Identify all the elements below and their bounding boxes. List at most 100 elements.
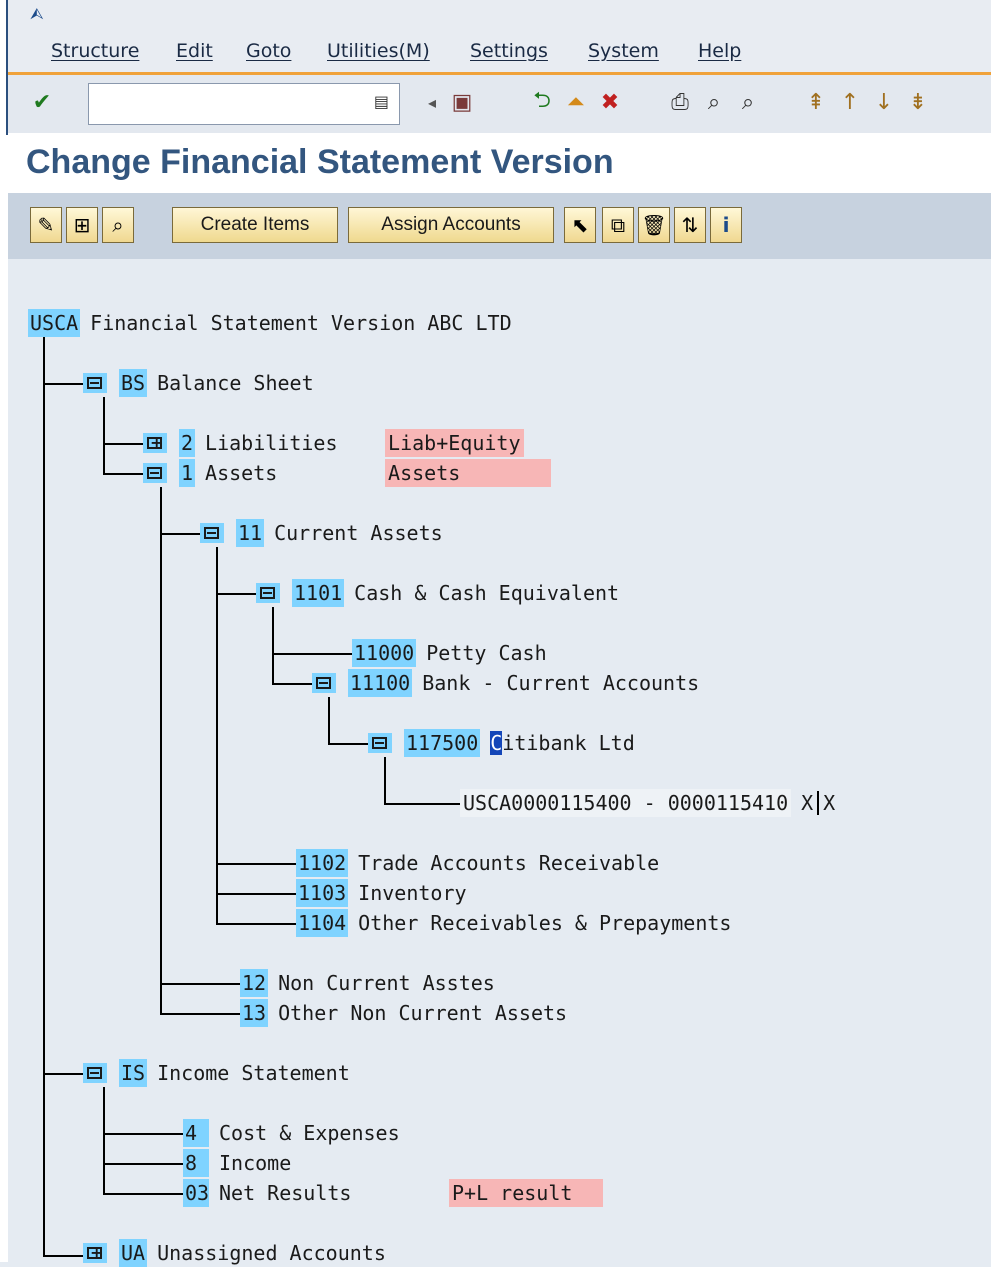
- folder-closed-icon[interactable]: [83, 1243, 107, 1263]
- node-text-rest: itibank Ltd: [502, 731, 635, 755]
- enter-check-icon[interactable]: ✔: [28, 85, 56, 119]
- node-key: 12: [240, 969, 269, 997]
- menu-edit[interactable]: Edit: [176, 40, 213, 62]
- command-input[interactable]: [89, 84, 377, 124]
- tree-node-root[interactable]: USCA Financial Statement Version ABC LTD: [28, 309, 512, 337]
- tree-node-account-range[interactable]: USCA0000115400 - 0000115410 X X: [460, 789, 835, 817]
- node-key: 117500: [404, 729, 481, 757]
- node-key: 1103: [296, 879, 349, 907]
- node-key: IS: [119, 1059, 148, 1087]
- tree-connector: [103, 397, 105, 475]
- first-page-icon[interactable]: ⇞: [802, 85, 830, 119]
- print-icon[interactable]: ⎙: [666, 85, 694, 119]
- node-text: Unassigned Accounts: [157, 1241, 386, 1265]
- node-text: Trade Accounts Receivable: [358, 851, 660, 875]
- create-items-button[interactable]: Create Items: [172, 207, 338, 243]
- tree-node-petty-cash[interactable]: 11000 Petty Cash: [352, 639, 547, 667]
- tree-node-current-assets[interactable]: 11 Current Assets: [200, 519, 443, 547]
- info-icon[interactable]: i: [710, 207, 742, 243]
- tree-connector: [272, 683, 312, 685]
- node-tag: Liab+Equity: [385, 429, 524, 457]
- previous-page-icon[interactable]: ↑: [836, 85, 864, 119]
- save-icon[interactable]: ▣: [448, 85, 476, 119]
- tree-node-cash[interactable]: 1101 Cash & Cash Equivalent: [256, 579, 619, 607]
- tree-connector: [216, 893, 296, 895]
- folder-open-icon[interactable]: [200, 523, 224, 543]
- folder-open-icon[interactable]: [143, 463, 167, 483]
- search-icon[interactable]: ⌕: [102, 207, 134, 243]
- find-next-icon[interactable]: ⌕: [734, 85, 762, 119]
- tree-connector: [328, 743, 368, 745]
- last-page-icon[interactable]: ⇟: [904, 85, 932, 119]
- tree-node-net-results[interactable]: 03 Net Results P+L result: [183, 1179, 603, 1207]
- folder-open-icon[interactable]: [256, 583, 280, 603]
- history-icon[interactable]: ▤: [374, 92, 389, 111]
- menu-goto[interactable]: Goto: [246, 40, 291, 62]
- tree-connector: [160, 533, 200, 535]
- node-text: Cash & Cash Equivalent: [354, 581, 620, 605]
- tree-node-liabilities[interactable]: 2 Liabilities Liab+Equity: [143, 429, 524, 457]
- assign-accounts-button[interactable]: Assign Accounts: [348, 207, 554, 243]
- node-text: Citibank Ltd: [490, 729, 635, 757]
- tree-node-income-statement[interactable]: IS Income Statement: [83, 1059, 350, 1087]
- tree-connector: [216, 547, 218, 925]
- tree-node-assets[interactable]: 1 Assets Assets: [143, 459, 552, 487]
- cancel-icon[interactable]: ✖: [596, 85, 624, 119]
- tree-connector: [384, 803, 460, 805]
- node-key: 13: [240, 999, 269, 1027]
- tree-node-inventory[interactable]: 1103 Inventory: [296, 879, 467, 907]
- move-icon[interactable]: ⇅: [674, 207, 706, 243]
- node-key: UA: [119, 1239, 148, 1267]
- exit-icon[interactable]: ⏶: [562, 85, 590, 119]
- select-icon[interactable]: ⬉: [564, 207, 596, 243]
- tree-connector: [103, 443, 143, 445]
- tree-connector: [103, 1163, 183, 1165]
- node-key: 03: [183, 1179, 210, 1207]
- node-text: Balance Sheet: [157, 371, 314, 395]
- folder-closed-icon[interactable]: [143, 433, 167, 453]
- tree-node-balance-sheet[interactable]: BS Balance Sheet: [83, 369, 314, 397]
- reassign-icon[interactable]: ⧉: [602, 207, 634, 243]
- back-icon[interactable]: ⮌: [528, 85, 556, 119]
- menu-settings[interactable]: Settings: [470, 40, 548, 62]
- node-key: 11000: [352, 639, 417, 667]
- menu-bar: ⮙ Structure Edit Goto Utilities(M) Setti…: [8, 0, 991, 75]
- display-item-icon[interactable]: ⊞: [66, 207, 98, 243]
- folder-open-icon[interactable]: [83, 373, 107, 393]
- node-key: 8: [183, 1149, 209, 1177]
- command-field[interactable]: ▤: [88, 83, 400, 125]
- next-page-icon[interactable]: ↓: [870, 85, 898, 119]
- menu-utilities[interactable]: Utilities(M): [327, 40, 430, 62]
- node-text: Cost & Expenses: [219, 1121, 400, 1145]
- page-title: Change Financial Statement Version: [26, 143, 614, 181]
- folder-open-icon[interactable]: [312, 673, 336, 693]
- system-menu-icon[interactable]: ⮙: [30, 6, 46, 22]
- tree-node-non-current-assets[interactable]: 12 Non Current Asstes: [240, 969, 495, 997]
- node-text: Financial Statement Version ABC LTD: [90, 311, 512, 335]
- find-icon[interactable]: ⌕: [700, 85, 728, 119]
- application-toolbar: ✎ ⊞ ⌕ Create Items Assign Accounts ⬉ ⧉ 🗑…: [8, 193, 991, 259]
- tree-node-other-non-current-assets[interactable]: 13 Other Non Current Assets: [240, 999, 567, 1027]
- node-text: Bank - Current Accounts: [422, 671, 700, 695]
- node-tag: P+L result: [449, 1179, 603, 1207]
- tree-node-income[interactable]: 8 Income: [183, 1149, 291, 1177]
- tree-node-trade-receivable[interactable]: 1102 Trade Accounts Receivable: [296, 849, 659, 877]
- delete-icon[interactable]: 🗑: [638, 207, 670, 243]
- tree-node-citibank[interactable]: 117500 Citibank Ltd: [368, 729, 635, 757]
- standard-toolbar: ✔ ▤ ◂ ▣ ⮌ ⏶ ✖ ⎙ ⌕ ⌕ ⇞ ↑ ↓ ⇟: [8, 75, 991, 133]
- tree-node-cost-expenses[interactable]: 4 Cost & Expenses: [183, 1119, 400, 1147]
- folder-open-icon[interactable]: [83, 1063, 107, 1083]
- folder-open-icon[interactable]: [368, 733, 392, 753]
- tree-node-bank[interactable]: 11100 Bank - Current Accounts: [312, 669, 699, 697]
- tree-node-other-receivables[interactable]: 1104 Other Receivables & Prepayments: [296, 909, 731, 937]
- menu-system[interactable]: System: [588, 40, 659, 62]
- expand-subtree-icon[interactable]: ✎: [30, 207, 62, 243]
- node-key: 1104: [296, 909, 349, 937]
- node-key: 11: [236, 519, 265, 547]
- tree-connector: [103, 1193, 183, 1195]
- collapse-arrow-icon[interactable]: ◂: [418, 85, 446, 119]
- menu-structure[interactable]: Structure: [51, 40, 139, 62]
- menu-help[interactable]: Help: [698, 40, 741, 62]
- tree-connector: [103, 473, 143, 475]
- tree-node-unassigned[interactable]: UA Unassigned Accounts: [83, 1239, 386, 1267]
